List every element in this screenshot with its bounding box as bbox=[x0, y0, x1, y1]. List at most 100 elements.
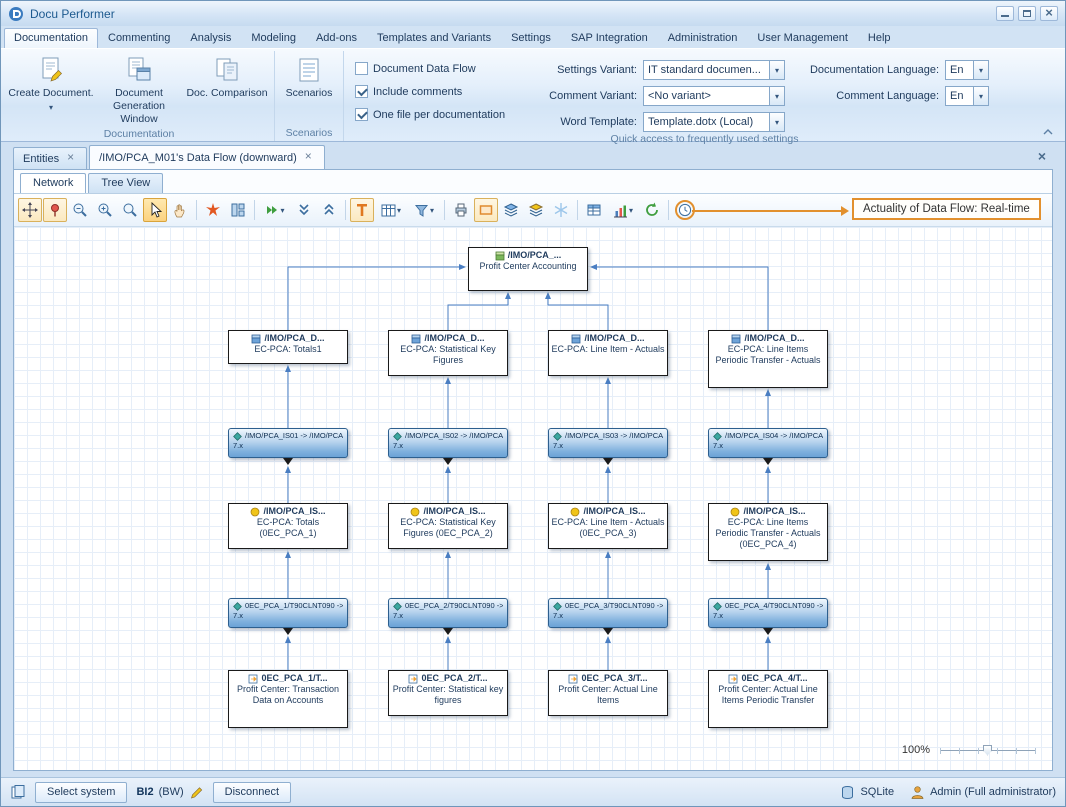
checkbox-include-comments[interactable]: Include comments bbox=[355, 85, 525, 98]
infosource-node[interactable]: /IMO/PCA_IS... EC-PCA: Line Items Period… bbox=[708, 503, 828, 561]
transformation-node[interactable]: 0EC_PCA_2/T90CLNT090 -> /I... 7.x bbox=[388, 598, 508, 628]
comment-variant-select[interactable]: <No variant> bbox=[643, 86, 785, 106]
datastore-node[interactable]: /IMO/PCA_D... EC-PCA: Line Item - Actual… bbox=[548, 330, 668, 376]
datasource-node[interactable]: 0EC_PCA_1/T... Profit Center: Transactio… bbox=[228, 670, 348, 728]
disconnect-button[interactable]: Disconnect bbox=[213, 782, 291, 803]
transformation-node[interactable]: 0EC_PCA_4/T90CLNT090 -> /I... 7.x bbox=[708, 598, 828, 628]
transformation-node[interactable]: /IMO/PCA_IS03 -> /IMO/PCA... 7.x bbox=[548, 428, 668, 458]
select-tool-button[interactable] bbox=[143, 198, 167, 222]
close-document-button[interactable] bbox=[1035, 148, 1049, 164]
highlight-frame-button[interactable] bbox=[474, 198, 498, 222]
create-document-button[interactable]: Create Document. bbox=[7, 52, 95, 122]
view-tab-network[interactable]: Network bbox=[20, 173, 86, 193]
transformation-node[interactable]: /IMO/PCA_IS04 -> /IMO/PCA... 7.x bbox=[708, 428, 828, 458]
ribbon-tab-settings[interactable]: Settings bbox=[501, 28, 561, 48]
ribbon-tab-commenting[interactable]: Commenting bbox=[98, 28, 180, 48]
freeze-button[interactable] bbox=[549, 198, 573, 222]
pages-icon[interactable] bbox=[10, 784, 26, 800]
datastore-node[interactable]: /IMO/PCA_D... EC-PCA: Line Items Periodi… bbox=[708, 330, 828, 388]
document-tab-entities[interactable]: Entities bbox=[13, 147, 87, 169]
text-tool-button[interactable] bbox=[350, 198, 374, 222]
pan-tool-button[interactable] bbox=[168, 198, 192, 222]
maximize-button[interactable] bbox=[1018, 6, 1036, 21]
filter-button[interactable] bbox=[408, 198, 440, 222]
user-status[interactable]: Admin (Full administrator) bbox=[910, 785, 1056, 800]
ribbon-tab-sap-integration[interactable]: SAP Integration bbox=[561, 28, 658, 48]
ribbon-tab-user-management[interactable]: User Management bbox=[747, 28, 858, 48]
infosource-node[interactable]: /IMO/PCA_IS... EC-PCA: Line Item - Actua… bbox=[548, 503, 668, 549]
collapse-ribbon-button[interactable] bbox=[1039, 124, 1057, 138]
close-button[interactable] bbox=[1040, 6, 1058, 21]
collapse-all-button[interactable] bbox=[292, 198, 316, 222]
table-view-button[interactable] bbox=[375, 198, 407, 222]
checkbox-one-file-per-documentation[interactable]: One file per documentation bbox=[355, 108, 525, 121]
view-tab-tree-view[interactable]: Tree View bbox=[88, 173, 163, 193]
documentation-language-value[interactable]: En bbox=[945, 60, 973, 80]
zoom-fit-button[interactable] bbox=[118, 198, 142, 222]
dropdown-arrow-icon[interactable] bbox=[769, 86, 785, 106]
layers-button[interactable] bbox=[499, 198, 523, 222]
checkbox-icon[interactable] bbox=[355, 108, 368, 121]
ribbon-tab-templates[interactable]: Templates and Variants bbox=[367, 28, 501, 48]
checkbox-icon[interactable] bbox=[355, 62, 368, 75]
documentation-language-select[interactable]: En bbox=[945, 60, 989, 80]
datastore-node[interactable]: /IMO/PCA_D... EC-PCA: Totals1 bbox=[228, 330, 348, 364]
dropdown-arrow-icon[interactable] bbox=[769, 60, 785, 80]
document-generation-window-button[interactable]: Document Generation Window bbox=[95, 52, 183, 127]
expand-all-button[interactable] bbox=[317, 198, 341, 222]
settings-variant-select[interactable]: IT standard documen... bbox=[643, 60, 785, 80]
ribbon-tab-analysis[interactable]: Analysis bbox=[180, 28, 241, 48]
comment-language-select[interactable]: En bbox=[945, 86, 989, 106]
zoom-slider-thumb[interactable] bbox=[983, 745, 992, 756]
minimize-button[interactable] bbox=[996, 6, 1014, 21]
edit-pencil-icon[interactable] bbox=[189, 785, 204, 800]
comment-language-value[interactable]: En bbox=[945, 86, 973, 106]
close-icon[interactable] bbox=[304, 151, 315, 164]
comment-variant-value[interactable]: <No variant> bbox=[643, 86, 769, 106]
infocube-root-node[interactable]: /IMO/PCA_... Profit Center Accounting bbox=[468, 247, 588, 291]
ribbon-tab-addons[interactable]: Add-ons bbox=[306, 28, 367, 48]
close-icon[interactable] bbox=[66, 152, 77, 165]
relayout-button[interactable] bbox=[201, 198, 225, 222]
document-tab-dataflow[interactable]: /IMO/PCA_M01's Data Flow (downward) bbox=[89, 145, 325, 169]
scenarios-button[interactable]: Scenarios bbox=[278, 52, 340, 122]
zoom-slider[interactable] bbox=[940, 745, 1036, 756]
transformation-node[interactable]: 0EC_PCA_1/T90CLNT090 -> /I... 7.x bbox=[228, 598, 348, 628]
ribbon-tab-documentation[interactable]: Documentation bbox=[4, 28, 98, 48]
datasource-node[interactable]: 0EC_PCA_4/T... Profit Center: Actual Lin… bbox=[708, 670, 828, 728]
dropdown-arrow-icon[interactable] bbox=[973, 60, 989, 80]
checkbox-document-data-flow[interactable]: Document Data Flow bbox=[355, 62, 525, 75]
datastore-node[interactable]: /IMO/PCA_D... EC-PCA: Statistical Key Fi… bbox=[388, 330, 508, 376]
word-template-value[interactable]: Template.dotx (Local) bbox=[643, 112, 769, 132]
transformation-node[interactable]: 0EC_PCA_3/T90CLNT090 -> /I... 7.x bbox=[548, 598, 668, 628]
dropdown-arrow-icon[interactable] bbox=[973, 86, 989, 106]
flow-direction-button[interactable] bbox=[259, 198, 291, 222]
datasource-node[interactable]: 0EC_PCA_3/T... Profit Center: Actual Lin… bbox=[548, 670, 668, 716]
overview-pin-button[interactable] bbox=[43, 198, 67, 222]
ribbon-tab-modeling[interactable]: Modeling bbox=[241, 28, 306, 48]
infosource-node[interactable]: /IMO/PCA_IS... EC-PCA: Totals (0EC_PCA_1… bbox=[228, 503, 348, 549]
dropdown-arrow-icon[interactable] bbox=[769, 112, 785, 132]
refresh-button[interactable] bbox=[640, 198, 664, 222]
transformation-node[interactable]: /IMO/PCA_IS02 -> /IMO/PCA... 7.x bbox=[388, 428, 508, 458]
select-system-button[interactable]: Select system bbox=[35, 782, 127, 803]
ribbon-tab-help[interactable]: Help bbox=[858, 28, 901, 48]
checkbox-icon[interactable] bbox=[355, 85, 368, 98]
layers-alt-button[interactable] bbox=[524, 198, 548, 222]
chart-button[interactable] bbox=[607, 198, 639, 222]
move-tool-button[interactable] bbox=[18, 198, 42, 222]
word-template-select[interactable]: Template.dotx (Local) bbox=[643, 112, 785, 132]
doc-comparison-button[interactable]: Doc. Comparison bbox=[183, 52, 271, 122]
zoom-out-button[interactable] bbox=[68, 198, 92, 222]
print-button[interactable] bbox=[449, 198, 473, 222]
dataflow-canvas[interactable]: /IMO/PCA_... Profit Center Accounting /I… bbox=[14, 227, 1052, 770]
grid-view-button[interactable] bbox=[582, 198, 606, 222]
layout-options-button[interactable] bbox=[226, 198, 250, 222]
zoom-in-button[interactable] bbox=[93, 198, 117, 222]
infosource-node[interactable]: /IMO/PCA_IS... EC-PCA: Statistical Key F… bbox=[388, 503, 508, 549]
settings-variant-value[interactable]: IT standard documen... bbox=[643, 60, 769, 80]
database-status[interactable]: SQLite bbox=[840, 785, 894, 800]
datasource-node[interactable]: 0EC_PCA_2/T... Profit Center: Statistica… bbox=[388, 670, 508, 716]
ribbon-tab-administration[interactable]: Administration bbox=[658, 28, 748, 48]
transformation-node[interactable]: /IMO/PCA_IS01 -> /IMO/PCA... 7.x bbox=[228, 428, 348, 458]
